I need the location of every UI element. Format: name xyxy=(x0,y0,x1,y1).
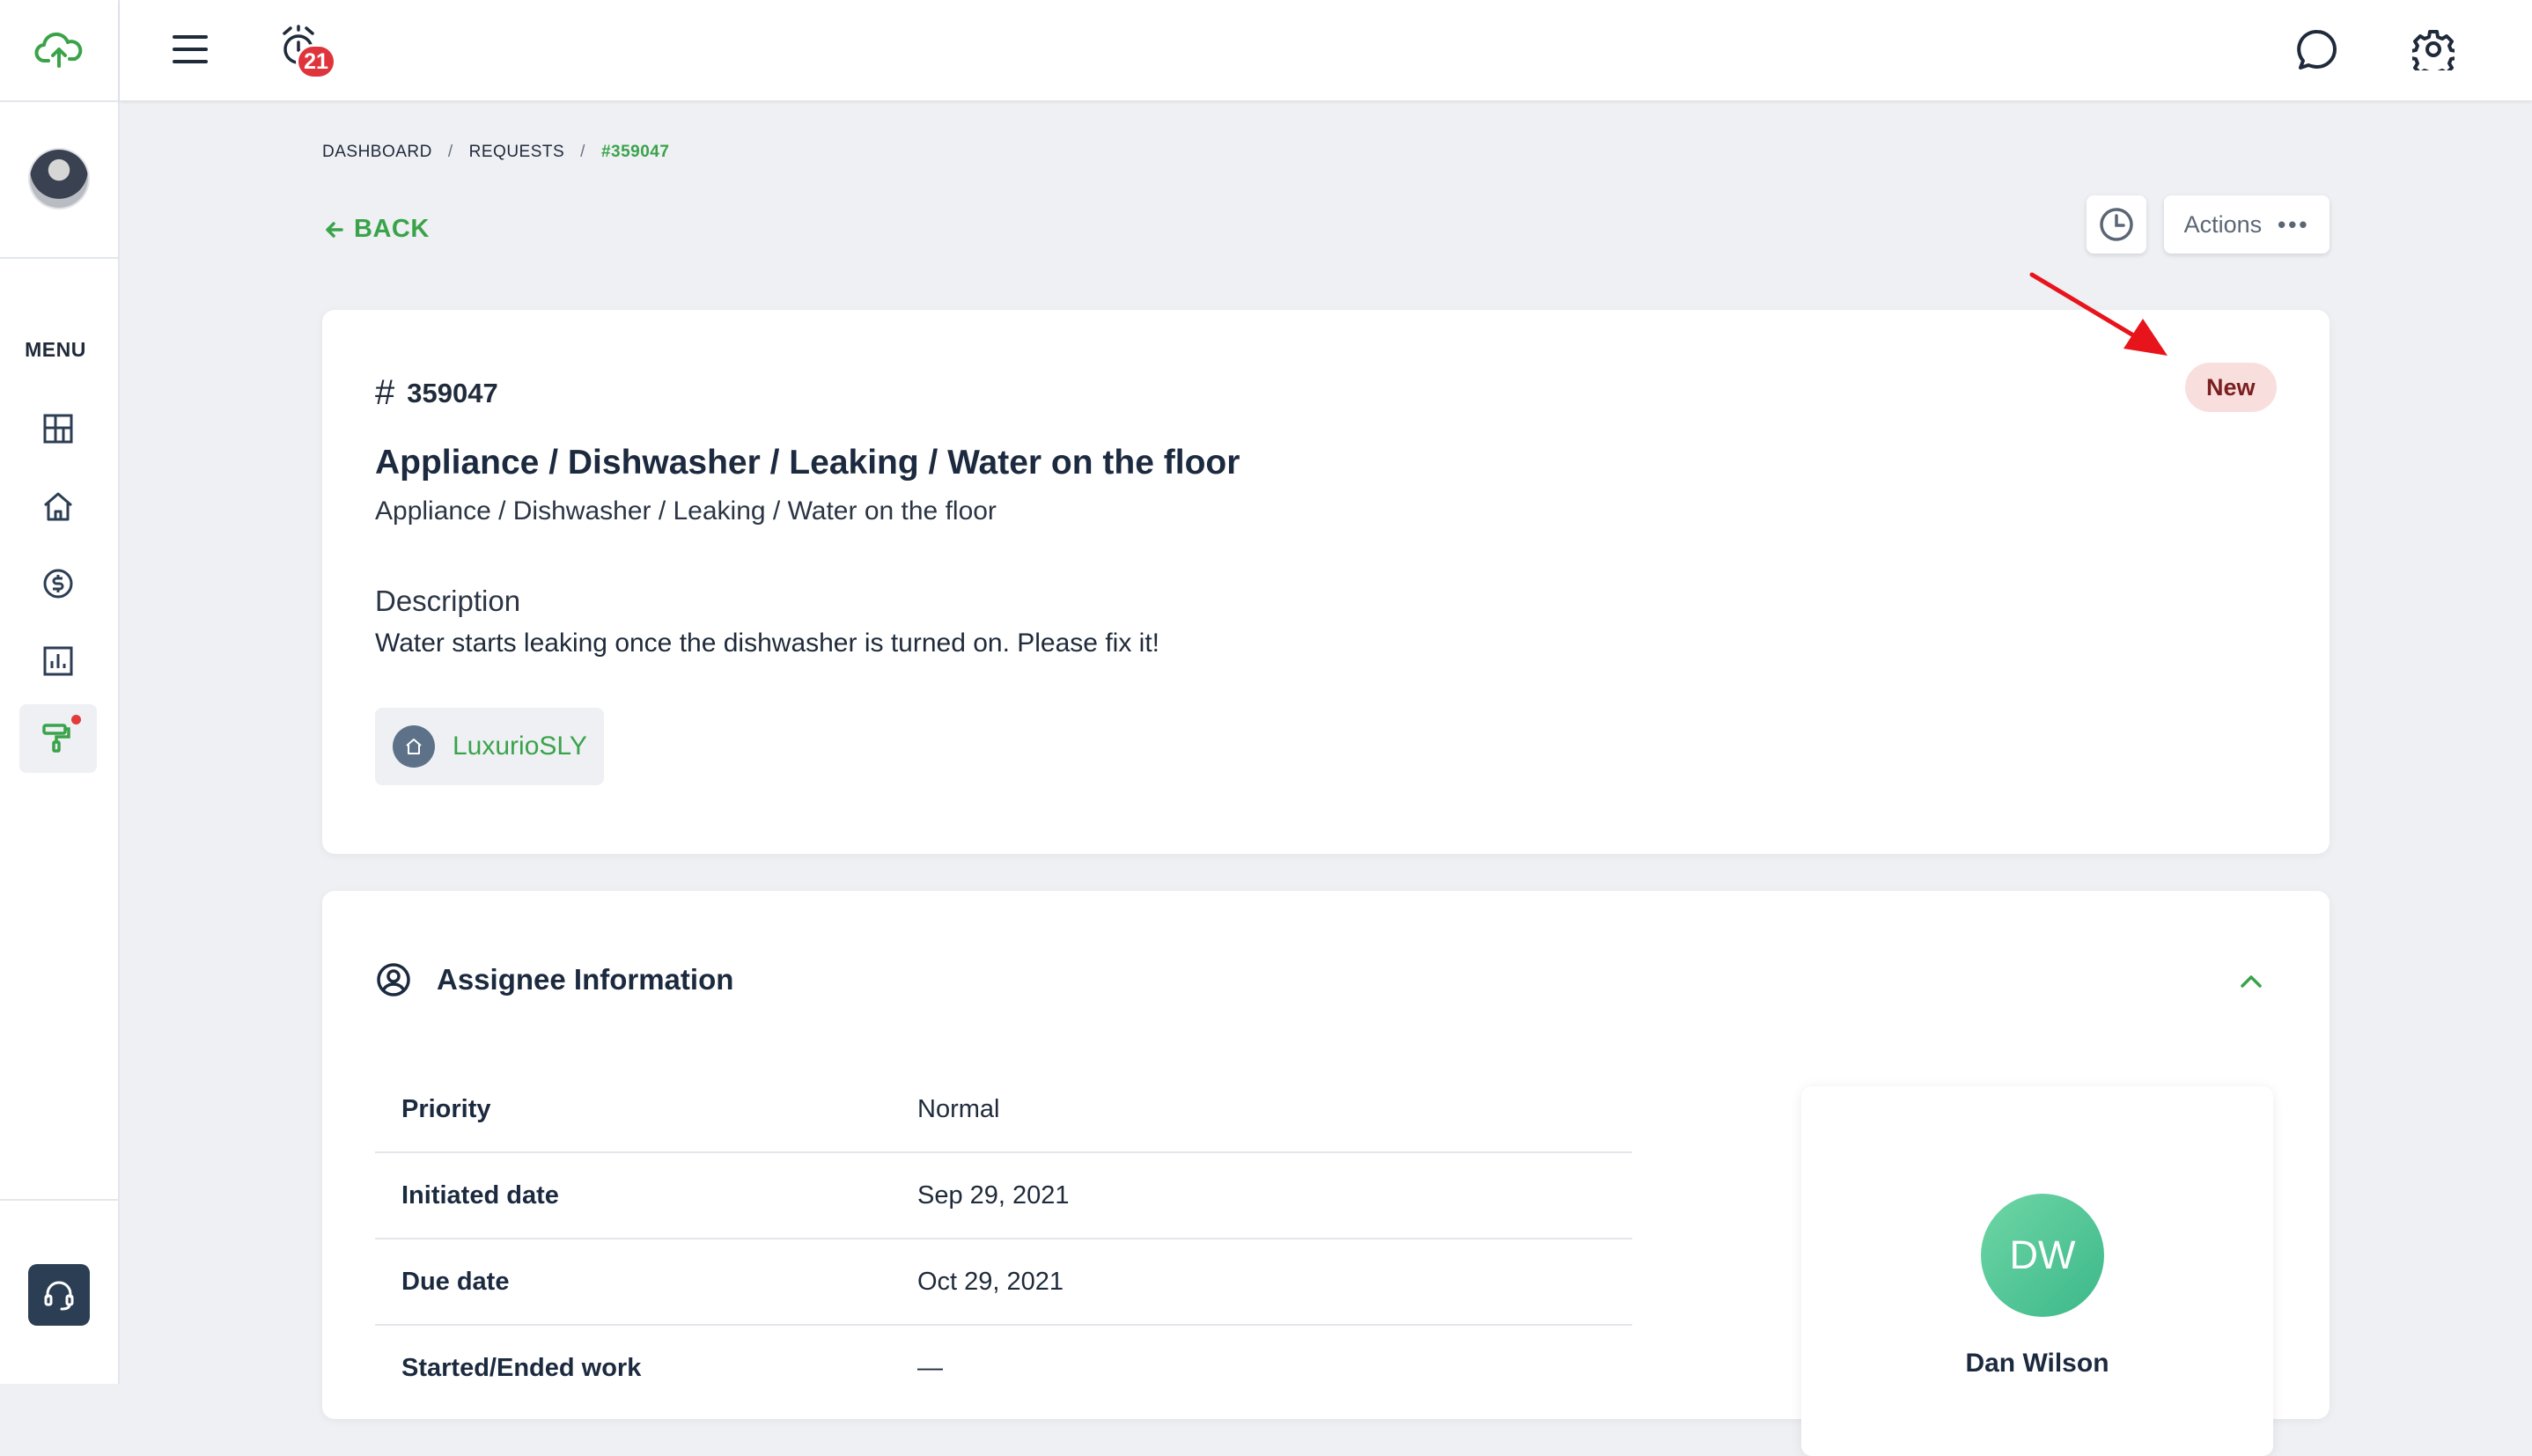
table-row: Started/Ended work — xyxy=(375,1326,1632,1410)
table-row: Initiated date Sep 29, 2021 xyxy=(375,1153,1632,1239)
hash-icon: # xyxy=(375,373,395,412)
row-value: — xyxy=(917,1353,943,1382)
sidebar: MENU xyxy=(0,0,120,1384)
assignee-name: Dan Wilson xyxy=(1965,1349,2109,1378)
sidebar-footer xyxy=(0,1199,118,1386)
top-bar: 21 xyxy=(120,0,2532,100)
notification-count-badge: 21 xyxy=(296,44,336,79)
breadcrumb: DASHBOARD / REQUESTS / #359047 xyxy=(322,143,669,162)
row-value: Normal xyxy=(917,1094,1000,1123)
history-button[interactable] xyxy=(2087,195,2146,254)
table-row: Due date Oct 29, 2021 xyxy=(375,1239,1632,1326)
avatar[interactable] xyxy=(30,150,88,208)
info-table: Priority Normal Initiated date Sep 29, 2… xyxy=(375,1067,1632,1410)
clock-icon xyxy=(2100,208,2133,241)
dashboard-icon xyxy=(43,414,73,444)
reports-icon xyxy=(43,646,73,676)
description-text: Water starts leaking once the dishwasher… xyxy=(375,629,1159,658)
logo[interactable] xyxy=(0,0,118,102)
row-value: Sep 29, 2021 xyxy=(917,1180,1070,1210)
sidebar-item-dashboard[interactable] xyxy=(19,394,97,463)
breadcrumb-separator: / xyxy=(580,143,585,161)
hamburger-icon xyxy=(173,35,208,63)
menu-toggle-button[interactable] xyxy=(166,26,215,72)
request-number: 359047 xyxy=(407,377,498,408)
property-home-icon xyxy=(393,725,435,768)
row-label: Initiated date xyxy=(401,1180,559,1210)
maintenance-icon xyxy=(42,724,70,753)
assignee-profile-card[interactable]: DW Dan Wilson xyxy=(1801,1086,2273,1456)
headset-icon xyxy=(44,1281,74,1311)
assignee-card: Assignee Information Priority Normal Ini… xyxy=(322,891,2330,1456)
sidebar-item-reports[interactable] xyxy=(19,627,97,695)
settings-button[interactable] xyxy=(2407,23,2460,76)
arrow-left-icon xyxy=(326,221,343,238)
actions-label: Actions xyxy=(2183,210,2263,238)
back-label: BACK xyxy=(354,215,430,243)
support-button[interactable] xyxy=(28,1264,90,1326)
collapse-button[interactable] xyxy=(2240,974,2263,994)
table-row: Priority Normal xyxy=(375,1067,1632,1153)
breadcrumb-dashboard[interactable]: DASHBOARD xyxy=(322,143,432,162)
request-title: Appliance / Dishwasher / Leaking / Water… xyxy=(375,444,1240,482)
property-chip[interactable]: LuxurioSLY xyxy=(375,708,604,785)
sidebar-item-payments[interactable] xyxy=(19,549,97,618)
home-icon xyxy=(44,492,72,521)
breadcrumb-requests[interactable]: REQUESTS xyxy=(469,143,565,162)
annotation-arrow xyxy=(2029,272,2168,356)
property-name: LuxurioSLY xyxy=(453,732,587,761)
request-card: # 359047 New Appliance / Dishwasher / Le… xyxy=(322,310,2330,854)
request-category-path: Appliance / Dishwasher / Leaking / Water… xyxy=(375,496,997,526)
row-label: Priority xyxy=(401,1094,491,1123)
sidebar-item-properties[interactable] xyxy=(19,472,97,540)
chat-icon xyxy=(2297,29,2337,70)
chevron-up-icon xyxy=(2241,975,2262,988)
breadcrumb-separator: / xyxy=(447,143,453,161)
dollar-icon xyxy=(43,569,73,599)
user-circle-icon xyxy=(377,963,410,996)
gear-icon xyxy=(2412,30,2455,70)
assignee-avatar: DW xyxy=(1981,1194,2104,1317)
user-avatar-area xyxy=(0,100,118,259)
row-label: Due date xyxy=(401,1267,510,1296)
assignee-section-header: Assignee Information xyxy=(375,961,733,998)
back-button[interactable]: BACK xyxy=(324,215,430,244)
notification-dot xyxy=(71,715,81,724)
breadcrumb-current: #359047 xyxy=(600,143,670,161)
section-title: Assignee Information xyxy=(437,963,734,996)
status-badge: New xyxy=(2185,363,2277,412)
more-dots-icon: ••• xyxy=(2278,210,2310,238)
actions-button[interactable]: Actions ••• xyxy=(2164,195,2330,254)
row-label: Started/Ended work xyxy=(401,1353,642,1382)
row-value: Oct 29, 2021 xyxy=(917,1267,1064,1296)
sidebar-item-maintenance[interactable] xyxy=(19,704,97,773)
menu-label: MENU xyxy=(25,338,86,361)
cloud-upload-icon xyxy=(34,32,83,68)
request-id: # 359047 xyxy=(375,373,498,413)
chat-button[interactable] xyxy=(2291,23,2344,76)
description-label: Description xyxy=(375,585,521,617)
